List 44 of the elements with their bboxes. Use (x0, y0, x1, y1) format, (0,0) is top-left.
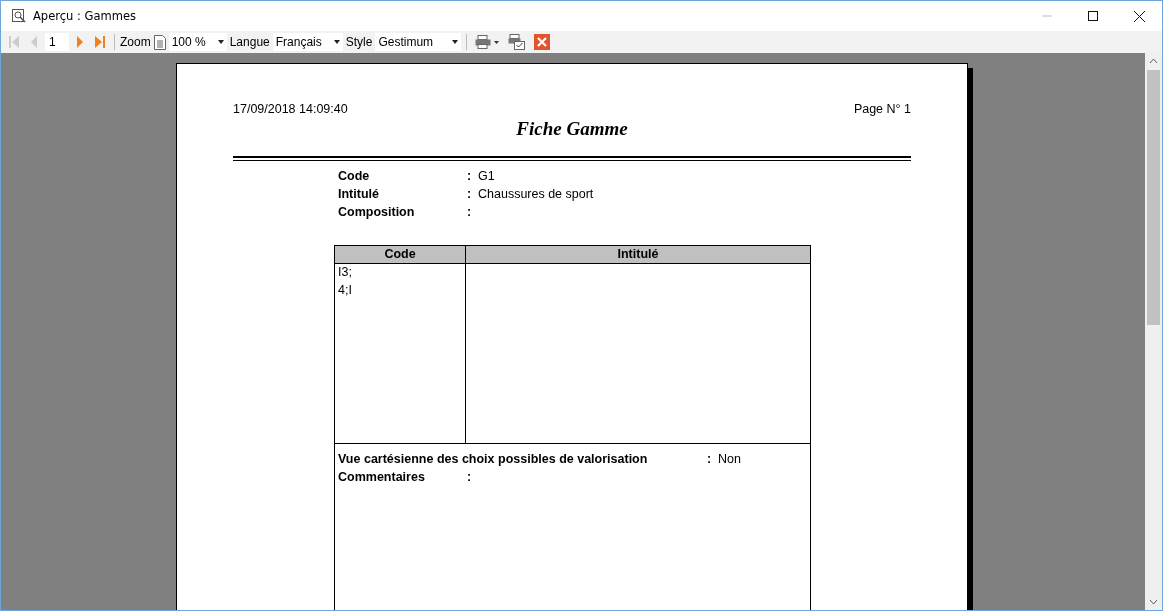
close-icon (534, 34, 551, 50)
close-icon (1133, 10, 1145, 22)
caret-icon (217, 40, 224, 44)
caret-icon (333, 40, 340, 44)
triangle-right-icon (75, 35, 85, 49)
field-label: Vue cartésienne des choix possibles de valorisation (338, 452, 649, 466)
field-value: G1 (478, 169, 495, 183)
field-colon: : (467, 470, 473, 484)
field-colon: : (467, 187, 473, 201)
scrollbar-thumb[interactable] (1147, 70, 1160, 325)
field-value: Non (718, 452, 741, 466)
report-title: Fiche Gamme (515, 118, 629, 140)
page-number: Page N° 1 (853, 102, 911, 116)
preview-icon (11, 8, 27, 24)
report-date: 17/09/2018 14:09:40 (233, 102, 348, 116)
style-dropdown[interactable]: Gestimum (375, 33, 462, 51)
field-label: Intitulé (338, 187, 380, 201)
skip-back-icon (8, 35, 20, 49)
table-cell-text: 4;I (337, 282, 353, 299)
field-label: Code (338, 169, 371, 183)
column-header: Code (335, 246, 466, 263)
style-label: Style (345, 35, 373, 49)
field-value: Chaussures de sport (478, 187, 594, 201)
field-colon: : (467, 205, 473, 219)
field-colon: : (707, 452, 713, 466)
vertical-scrollbar[interactable] (1145, 53, 1162, 610)
table-cell-text: I3; (337, 264, 353, 281)
skip-forward-icon (94, 35, 106, 49)
zoom-label: Zoom (120, 35, 151, 49)
field-label: Composition (338, 205, 416, 219)
language-dropdown[interactable]: Français (272, 33, 343, 51)
triangle-left-icon (29, 35, 39, 49)
page-number-field[interactable]: 1 (45, 33, 69, 51)
printer-icon (475, 35, 500, 49)
zoom-dropdown[interactable]: 100 % (168, 33, 227, 51)
field-label: Commentaires (338, 470, 426, 484)
column-header: Intitulé (616, 246, 660, 263)
page-icon (153, 34, 166, 50)
window-title: Aperçu : Gammes (33, 9, 136, 23)
language-label: Langue (229, 35, 270, 49)
field-colon: : (467, 169, 473, 183)
caret-icon (452, 40, 459, 44)
maximize-icon (1088, 11, 1098, 21)
printer-check-icon (508, 34, 526, 50)
